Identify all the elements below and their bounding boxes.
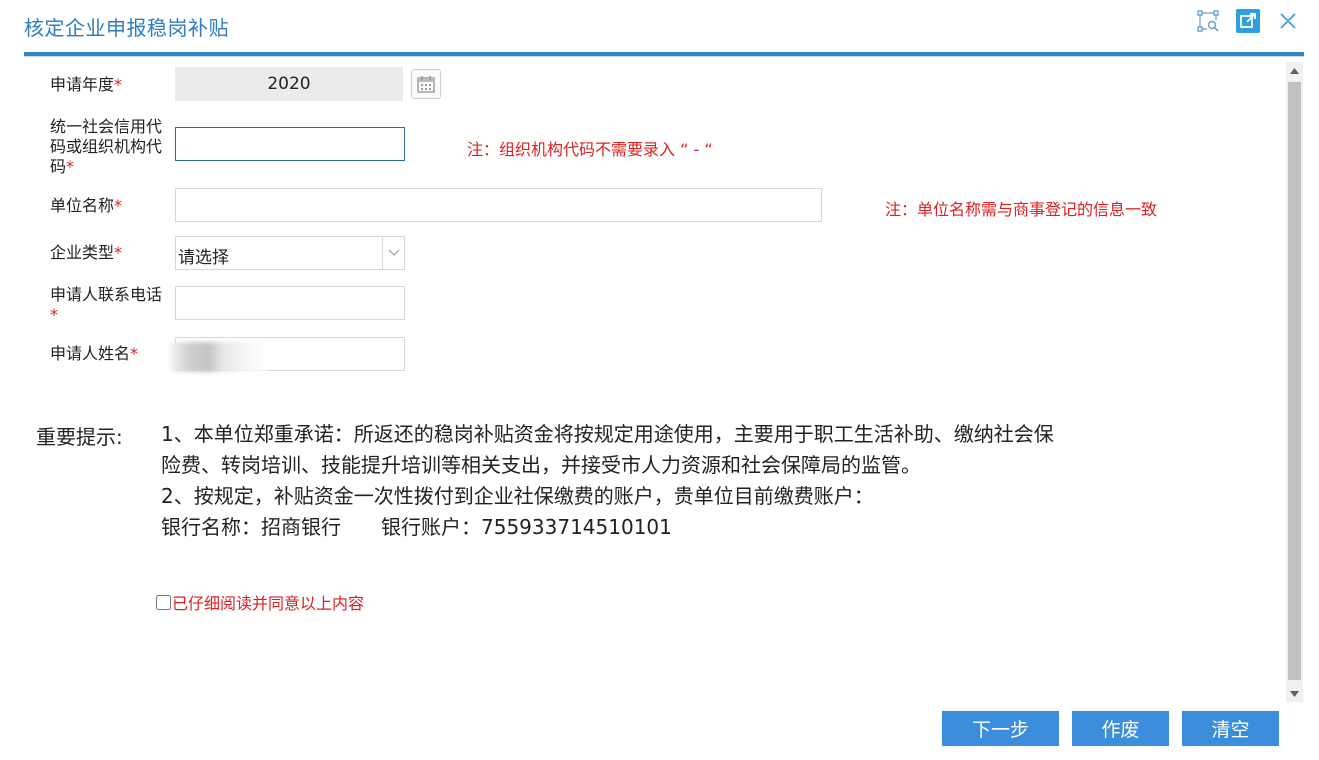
year-field[interactable]: 2020	[175, 67, 403, 101]
phone-label: 申请人联系电话*	[50, 285, 163, 324]
enterprise-type-select[interactable]: 请选择	[175, 236, 405, 270]
enterprise-type-label: 企业类型*	[50, 243, 123, 262]
selection-tool-icon[interactable]	[1195, 8, 1221, 34]
applicant-name-label: 申请人姓名*	[50, 344, 139, 363]
close-icon[interactable]	[1275, 8, 1301, 34]
unit-name-input[interactable]	[175, 188, 822, 222]
agree-checkbox[interactable]	[156, 594, 171, 610]
title-icons	[1195, 8, 1301, 34]
unit-name-label: 单位名称*	[50, 196, 123, 215]
credit-code-label: 统一社会信用代码或组织机构代码*	[50, 117, 163, 176]
tips-body: 1、本单位郑重承诺：所返还的稳岗补贴资金将按规定用途使用，主要用于职工生活补助、…	[161, 419, 1061, 543]
credit-code-input[interactable]	[175, 127, 405, 161]
tips-line-1: 1、本单位郑重承诺：所返还的稳岗补贴资金将按规定用途使用，主要用于职工生活补助、…	[161, 422, 1054, 477]
credit-code-note: 注：组织机构代码不需要录入 “ - “	[467, 140, 713, 159]
next-step-button[interactable]: 下一步	[942, 711, 1059, 746]
vertical-scrollbar[interactable]	[1286, 62, 1303, 702]
enterprise-type-value: 请选择	[178, 248, 229, 268]
clear-button[interactable]: 清空	[1182, 711, 1279, 746]
scroll-up-icon[interactable]	[1286, 62, 1303, 79]
redacted-name	[170, 342, 266, 372]
chevron-down-icon[interactable]	[382, 237, 404, 269]
year-label: 申请年度*	[50, 75, 123, 94]
scroll-down-icon[interactable]	[1286, 685, 1303, 702]
unit-name-note: 注：单位名称需与商事登记的信息一致	[885, 200, 1158, 219]
agree-label: 已仔细阅读并同意以上内容	[172, 594, 365, 613]
calendar-icon	[417, 76, 435, 93]
form-panel: 申请年度* 2020 统一社会信用代码或组织机构代码* 注：组织机构代码不需要录…	[24, 57, 1284, 701]
tips-line-2: 2、按规定，补贴资金一次性拨付到企业社保缴费的账户，贵单位目前缴费账户：	[161, 484, 874, 508]
calendar-button[interactable]	[411, 69, 441, 99]
window-title: 核定企业申报稳岗补贴	[24, 16, 229, 40]
tips-label: 重要提示:	[36, 425, 123, 449]
agree-checkbox-row[interactable]: 已仔细阅读并同意以上内容	[156, 590, 364, 614]
tips-line-3: 银行名称：招商银行 银行账户：755933714510101	[161, 515, 672, 539]
open-external-icon[interactable]	[1235, 8, 1261, 34]
scrollbar-thumb[interactable]	[1288, 82, 1301, 680]
phone-input[interactable]	[175, 286, 405, 320]
window-titlebar: 核定企业申报稳岗补贴	[0, 0, 1319, 52]
void-button[interactable]: 作废	[1072, 711, 1169, 746]
